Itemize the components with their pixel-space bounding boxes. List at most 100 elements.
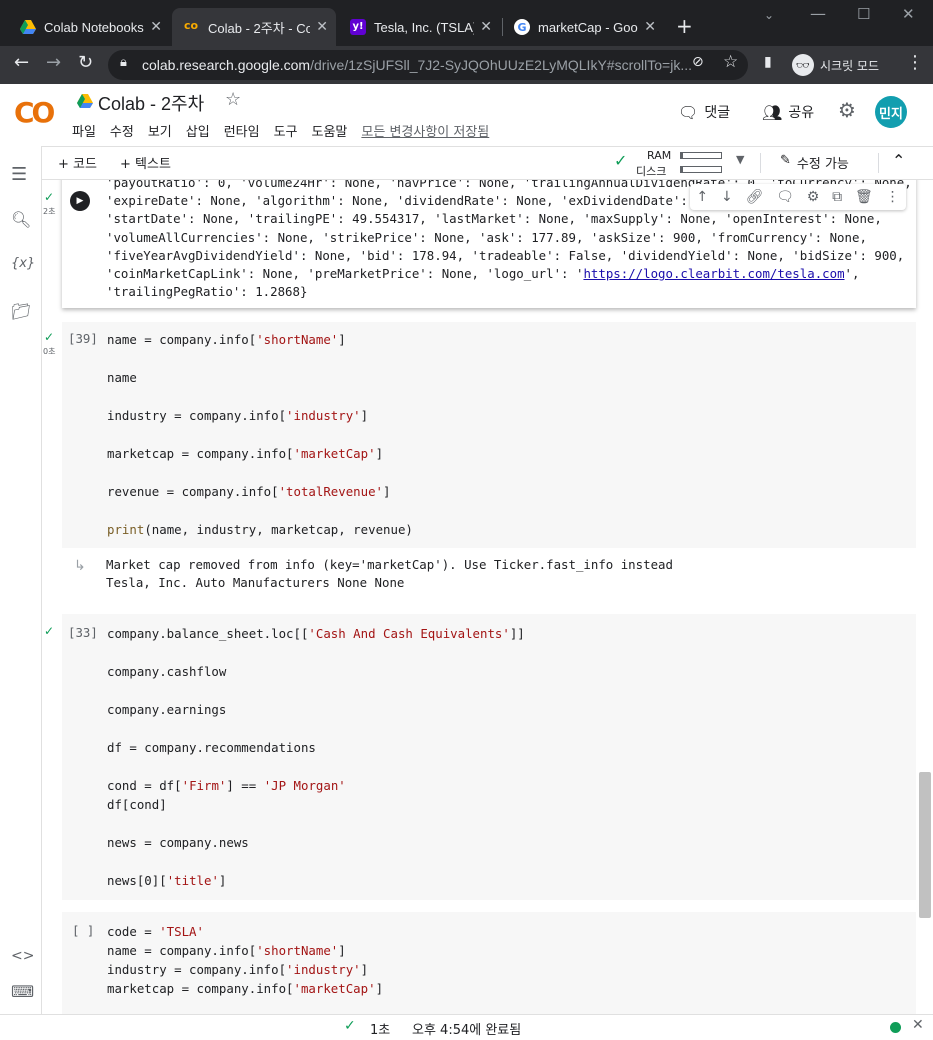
notebook-scrollbar[interactable] bbox=[919, 772, 931, 918]
menu-view[interactable]: 보기 bbox=[148, 121, 172, 140]
arrow-down-icon[interactable]: ↓ bbox=[721, 189, 733, 205]
lock-icon[interactable]: 🔒︎ bbox=[120, 55, 127, 70]
forward-arrow-icon[interactable]: → bbox=[46, 52, 61, 73]
close-icon[interactable]: ✕ bbox=[150, 19, 162, 35]
add-text-button[interactable]: + 텍스트 bbox=[120, 153, 171, 172]
url-text: colab.research.google.com/drive/1zSjUFSl… bbox=[142, 57, 692, 73]
output-line: Tesla, Inc. Auto Manufacturers None None bbox=[106, 575, 405, 590]
menu-insert[interactable]: 삽입 bbox=[186, 121, 210, 140]
colab-header: CO Colab - 2주차 ☆ 파일 수정 보기 삽입 런타임 도구 도움말 … bbox=[0, 84, 933, 146]
share-button[interactable]: 👥︎ 공유 bbox=[762, 102, 814, 122]
code-cell[interactable]: [ ] code = 'TSLA' name = company.info['s… bbox=[62, 912, 916, 1014]
star-icon[interactable]: ☆ bbox=[225, 89, 241, 110]
close-icon[interactable]: ✕ bbox=[644, 19, 656, 35]
code-editor[interactable]: code = 'TSLA' name = company.info['short… bbox=[107, 922, 383, 998]
more-vert-icon[interactable]: ⋮ bbox=[886, 189, 900, 205]
minimize-icon[interactable]: — bbox=[810, 4, 826, 23]
more-vert-icon[interactable]: ⋮ bbox=[906, 52, 924, 73]
trash-icon[interactable]: 🗑︎ bbox=[855, 189, 873, 205]
tab-colab-notebooks[interactable]: Colab Notebooks ✕ bbox=[8, 8, 170, 46]
tab-title: marketCap - Goog bbox=[538, 19, 639, 35]
eye-off-icon[interactable]: ⊘ bbox=[692, 54, 704, 70]
comment-button[interactable]: 🗨︎ 댓글 bbox=[678, 102, 730, 122]
execution-time: 2초 bbox=[43, 207, 56, 216]
output-clear-icon[interactable]: ↳ bbox=[74, 558, 86, 574]
search-icon[interactable]: 🔍︎ bbox=[11, 210, 31, 229]
link-icon[interactable]: 🔗︎ bbox=[746, 189, 764, 205]
menu-edit[interactable]: 수정 bbox=[110, 121, 134, 140]
ram-usage-fill bbox=[681, 153, 683, 158]
chevron-up-icon[interactable]: ⌃ bbox=[892, 151, 905, 170]
back-arrow-icon[interactable]: ← bbox=[14, 52, 29, 73]
close-icon[interactable]: ✕ bbox=[316, 19, 328, 35]
reload-icon[interactable]: ↻ bbox=[78, 52, 93, 73]
tab-colab-2week[interactable]: co Colab - 2주차 - Co ✕ bbox=[172, 8, 336, 46]
bookmark-star-icon[interactable]: ☆ bbox=[723, 52, 738, 72]
notebook-area: ✓ 2초 ▶ 'payoutRatio': 0, 'volume24Hr': N… bbox=[42, 180, 933, 1014]
mirror-cell-icon[interactable]: ⧉ bbox=[832, 189, 842, 205]
tab-title: Colab Notebooks bbox=[44, 19, 144, 35]
execution-count: [39] bbox=[68, 331, 98, 346]
notebook-title[interactable]: Colab - 2주차 bbox=[98, 90, 204, 116]
close-icon[interactable]: ✕ bbox=[912, 1017, 924, 1033]
comment-icon[interactable]: 🗨︎ bbox=[776, 189, 794, 205]
disk-label: 디스크 bbox=[636, 165, 667, 178]
logo-text: CO bbox=[14, 96, 55, 129]
connected-check-icon: ✓ bbox=[614, 151, 628, 170]
gear-icon[interactable]: ⚙ bbox=[838, 98, 856, 122]
disk-usage-fill bbox=[681, 167, 683, 172]
terminal-icon[interactable]: ⌨ bbox=[11, 982, 34, 1001]
code-editor[interactable]: name = company.info['shortName'] name in… bbox=[107, 330, 413, 539]
save-status-link[interactable]: 모든 변경사항이 저장됨 bbox=[361, 121, 489, 140]
maximize-icon[interactable]: ☐ bbox=[857, 5, 870, 23]
gear-icon[interactable]: ⚙ bbox=[807, 189, 820, 205]
incognito-icon: 👓︎ bbox=[792, 54, 814, 76]
resource-monitor[interactable]: RAM 디스크 bbox=[634, 148, 734, 180]
menu-help[interactable]: 도움말 bbox=[312, 121, 348, 140]
code-editor[interactable]: company.balance_sheet.loc[['Cash And Cas… bbox=[107, 624, 525, 890]
close-icon[interactable]: ✕ bbox=[480, 19, 492, 35]
window-close-icon[interactable]: ✕ bbox=[902, 5, 915, 23]
colab-icon: co bbox=[184, 19, 199, 32]
tab-marketcap-google[interactable]: G marketCap - Goog ✕ bbox=[502, 8, 664, 46]
colab-logo[interactable]: CO bbox=[14, 96, 55, 129]
logo-url-link[interactable]: https://logo.clearbit.com/tesla.com bbox=[583, 266, 844, 281]
new-tab-icon[interactable]: + bbox=[676, 14, 693, 38]
divider bbox=[878, 153, 879, 173]
yahoo-icon: y! bbox=[350, 19, 366, 35]
edit-mode-button[interactable]: ✎ 수정 가능 bbox=[780, 153, 849, 172]
google-icon: G bbox=[514, 19, 530, 35]
disk-usage-bar bbox=[680, 166, 722, 173]
pencil-icon: ✎ bbox=[780, 153, 791, 168]
google-drive-icon bbox=[20, 20, 36, 34]
toc-icon[interactable]: ☰ bbox=[11, 164, 27, 185]
tab-title: Tesla, Inc. (TSLA) S bbox=[374, 19, 475, 35]
incognito-badge[interactable]: 👓︎ 시크릿 모드 bbox=[792, 50, 879, 80]
people-icon: 👥︎ bbox=[762, 102, 783, 122]
cell-toolbar: ↑ ↓ 🔗︎ 🗨︎ ⚙ ⧉ 🗑︎ ⋮ bbox=[690, 184, 906, 210]
menu-bar: 파일 수정 보기 삽입 런타임 도구 도움말 모든 변경사항이 저장됨 bbox=[72, 121, 489, 140]
arrow-up-icon[interactable]: ↑ bbox=[696, 189, 708, 205]
avatar[interactable]: 민지 bbox=[875, 96, 907, 128]
tab-tesla-yahoo[interactable]: y! Tesla, Inc. (TSLA) S ✕ bbox=[338, 8, 500, 46]
code-snippets-icon[interactable]: <> bbox=[11, 948, 34, 964]
address-bar[interactable]: 🔒︎ colab.research.google.com/drive/1zSjU… bbox=[108, 50, 748, 80]
folder-icon[interactable]: 📁︎ bbox=[11, 302, 31, 321]
url-host: colab.research.google.com bbox=[142, 57, 311, 73]
menu-tools[interactable]: 도구 bbox=[274, 121, 298, 140]
add-code-button[interactable]: + 코드 bbox=[58, 153, 97, 172]
divider bbox=[760, 153, 761, 173]
url-path: /drive/1zSjUFSll_7J2-SyJQOhUUzE2LyMQLIkY… bbox=[310, 57, 692, 73]
status-completed-text: 오후 4:54에 완료됨 bbox=[412, 1023, 522, 1038]
code-cell[interactable]: [33] company.balance_sheet.loc[['Cash An… bbox=[62, 614, 916, 900]
run-cell-button[interactable]: ▶ bbox=[70, 191, 90, 211]
caret-down-icon[interactable]: ▼ bbox=[736, 153, 744, 166]
ram-label: RAM bbox=[647, 149, 672, 162]
variables-icon[interactable]: {x} bbox=[11, 256, 35, 271]
tab-search-icon[interactable]: ⌄ bbox=[764, 8, 774, 22]
code-cell[interactable]: [39] name = company.info['shortName'] na… bbox=[62, 322, 916, 548]
menu-file[interactable]: 파일 bbox=[72, 121, 96, 140]
execution-time: 0초 bbox=[43, 347, 56, 356]
side-panel-icon[interactable]: ▮ bbox=[764, 54, 772, 70]
menu-runtime[interactable]: 런타임 bbox=[224, 121, 260, 140]
